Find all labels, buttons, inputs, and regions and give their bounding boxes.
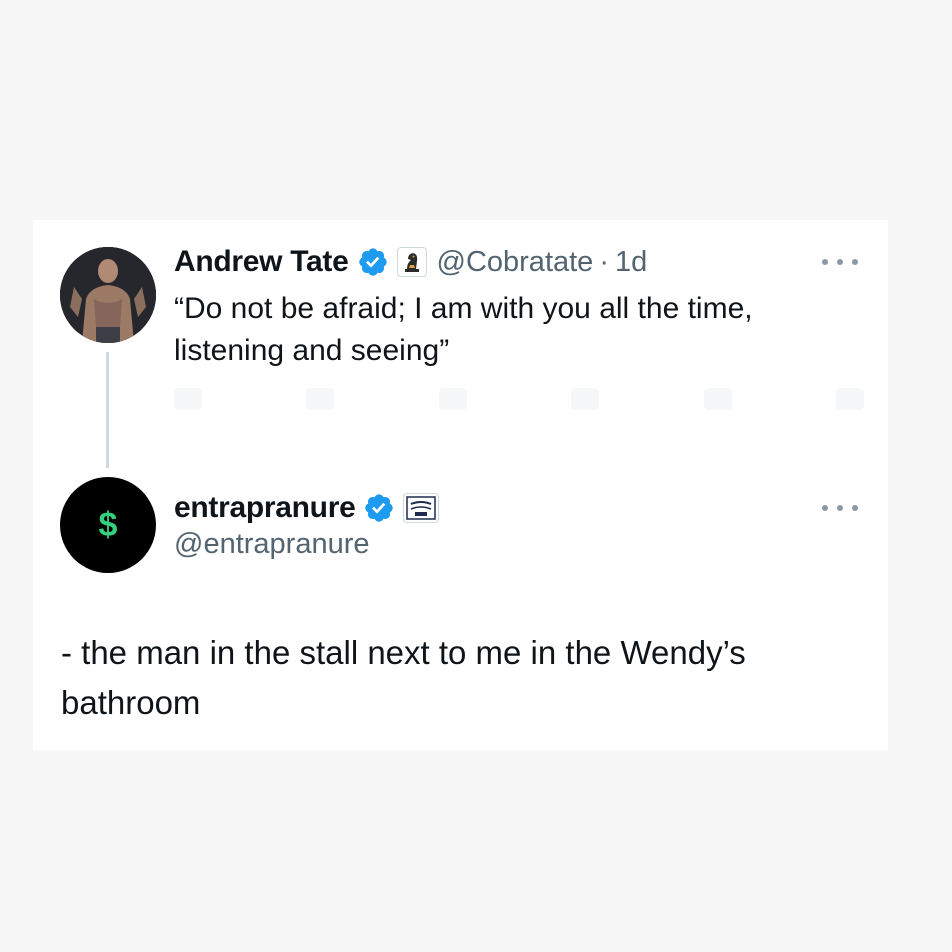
author-name[interactable]: entrapranure: [174, 491, 356, 525]
more-options-icon[interactable]: [822, 498, 858, 518]
more-options-icon[interactable]: [822, 252, 858, 272]
tweet-card: Andrew Tate @Cobratate · 1d “Do not be a…: [33, 220, 888, 750]
reply-icon: [174, 388, 202, 410]
andrew-tate-avatar[interactable]: [60, 247, 156, 343]
views-icon: [571, 388, 600, 410]
avatar-photo-icon: [60, 247, 156, 343]
author-handle[interactable]: @entrapranure: [174, 528, 370, 561]
separator-dot: ·: [599, 245, 609, 278]
quoted-tweet-header: Andrew Tate @Cobratate · 1d: [174, 242, 647, 282]
author-name[interactable]: Andrew Tate: [174, 245, 349, 279]
verified-badge-icon: [365, 494, 394, 522]
like-icon: [438, 388, 467, 410]
barstool-logo-icon[interactable]: [403, 493, 440, 523]
bookmark-icon: [703, 388, 732, 410]
tweet-timestamp[interactable]: 1d: [615, 246, 647, 279]
faded-action-bar: [174, 388, 864, 418]
main-tweet-header: entrapranure: [174, 488, 440, 528]
entrapranure-avatar[interactable]: $: [60, 477, 156, 573]
share-icon: [835, 388, 864, 410]
thread-connector-line: [106, 352, 109, 468]
chess-knight-icon[interactable]: [396, 247, 427, 277]
dollar-sign-icon: $: [98, 505, 118, 544]
main-tweet-text: - the man in the stall next to me in the…: [61, 634, 746, 721]
quoted-tweet-text: “Do not be afraid; I am with you all the…: [174, 292, 753, 367]
author-handle[interactable]: @Cobratate: [437, 246, 594, 279]
verified-badge-icon: [358, 248, 387, 276]
retweet-icon: [306, 388, 335, 410]
